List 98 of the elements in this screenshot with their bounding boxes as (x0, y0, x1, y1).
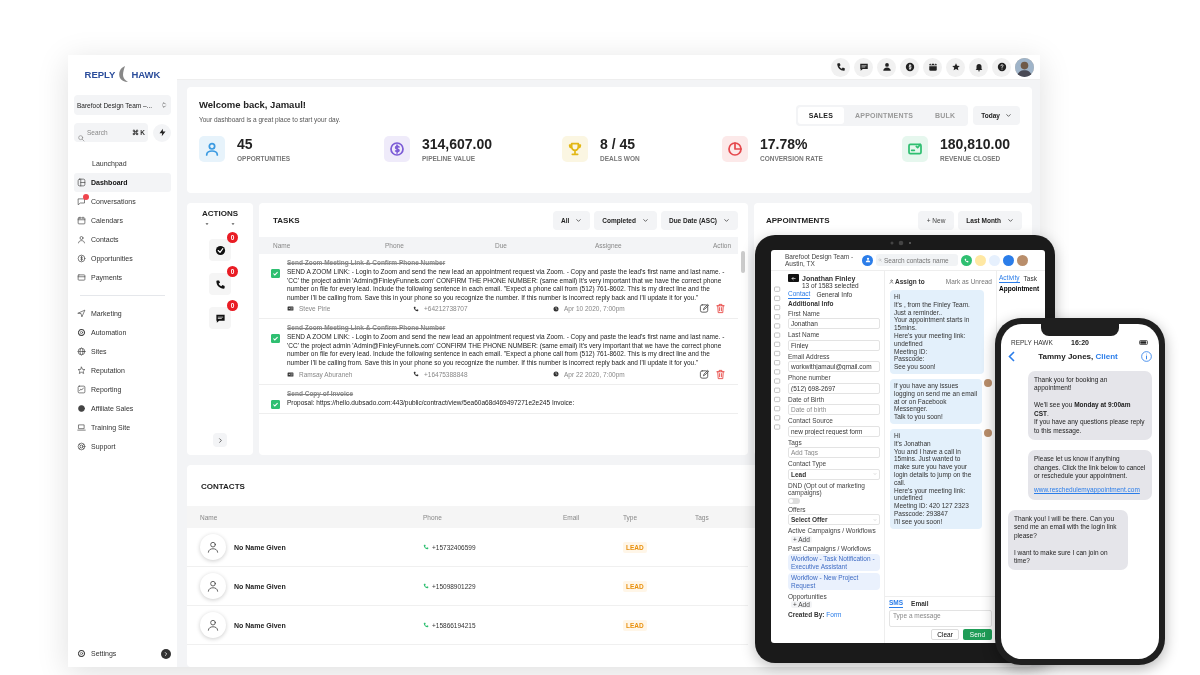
phone-icon (964, 257, 969, 263)
action-button[interactable] (209, 273, 231, 295)
chat-icon (858, 62, 869, 72)
chat-icon (214, 312, 226, 324)
quick-action-button[interactable] (153, 123, 171, 142)
dollar-icon (904, 62, 915, 72)
phone-icon (423, 544, 429, 550)
back-icon[interactable] (1008, 350, 1015, 362)
info-icon[interactable] (1141, 350, 1152, 362)
person-icon (206, 579, 220, 593)
toolbar-button[interactable] (946, 57, 965, 77)
person-icon (889, 279, 894, 284)
panel-title: ACTIONS (202, 209, 238, 218)
checkbox[interactable] (271, 334, 280, 344)
checkbox[interactable] (271, 269, 280, 278)
collapse-button[interactable] (161, 648, 171, 659)
brand-name: REPLY (84, 68, 116, 80)
stat-value: 180,810.00 (940, 136, 1011, 152)
calendar-icon (77, 216, 86, 225)
phone-icon (835, 62, 846, 72)
checkmark-icon (214, 244, 226, 256)
chevron-down-icon (1007, 217, 1014, 224)
toolbar-button[interactable] (854, 57, 873, 77)
lifebuoy-icon (77, 442, 86, 451)
phone-icon (423, 583, 429, 589)
phone-icon (413, 371, 419, 378)
phone-icon (423, 622, 429, 628)
trash-icon[interactable] (715, 368, 726, 380)
call-button[interactable] (961, 254, 972, 266)
person-icon (206, 540, 220, 554)
toolbar-button[interactable] (877, 57, 896, 77)
phone-icon (214, 278, 226, 290)
chat-icon (77, 197, 86, 206)
add-contact-button[interactable] (862, 254, 873, 266)
chart-icon (77, 385, 86, 394)
card-icon (77, 273, 86, 282)
gear-icon (77, 649, 86, 658)
send-icon (77, 309, 86, 318)
notification-dot (83, 194, 89, 200)
globe-icon (77, 347, 86, 356)
camera-icon (888, 240, 914, 246)
gear-icon (77, 328, 86, 337)
caret-icon[interactable] (204, 221, 210, 227)
toolbar-button[interactable] (992, 57, 1011, 77)
toolbar-button[interactable] (923, 57, 942, 77)
clock-icon (553, 371, 559, 378)
brand-name: HAWK (131, 68, 161, 80)
chevron-right-icon (163, 650, 169, 657)
laptop-icon (77, 423, 86, 432)
back-arrow-icon (791, 275, 796, 281)
toolbar-button[interactable] (831, 57, 850, 77)
star-icon (950, 62, 961, 72)
id-card-icon (287, 305, 294, 313)
chevron-down-icon (575, 217, 583, 224)
calendar-icon (927, 62, 938, 72)
toolbar-button[interactable] (900, 57, 919, 77)
stat-value: 314,607.00 (422, 136, 493, 152)
panel-title: APPOINTMENTS (766, 216, 830, 225)
person-icon (881, 62, 892, 72)
chevron-down-icon (1005, 112, 1012, 119)
stat-value: 8 / 45 (600, 136, 637, 152)
edit-icon[interactable] (699, 368, 710, 380)
checkbox[interactable] (271, 399, 280, 409)
edit-icon[interactable] (699, 303, 710, 315)
phone-icon (413, 305, 419, 312)
stat-value: 45 (237, 136, 254, 152)
dollar-icon (77, 254, 86, 263)
person-icon (77, 235, 86, 244)
avatar[interactable] (1015, 57, 1034, 77)
up-down-arrows-icon (160, 101, 168, 109)
battery-icon (1139, 339, 1149, 345)
grid-icon (77, 178, 86, 187)
welcome-title: Welcome back, Jamaul! (199, 99, 307, 110)
coin-icon (77, 404, 86, 413)
back-button[interactable] (788, 274, 799, 282)
chevron-down-icon (723, 217, 730, 224)
id-card-icon (287, 370, 294, 378)
action-button[interactable] (209, 307, 231, 329)
bolt-icon (157, 128, 167, 137)
person-icon (206, 618, 220, 632)
conversation-title: Tammy Jones, Client (1038, 351, 1118, 361)
chevron-down-icon (641, 217, 649, 224)
clock-icon (553, 305, 559, 312)
star-icon (77, 366, 86, 375)
chevron-right-icon (216, 436, 224, 444)
panel-title: CONTACTS (200, 481, 246, 493)
caret-icon[interactable] (230, 221, 236, 227)
toolbar-button[interactable] (969, 57, 988, 77)
stat-value: 17.78% (760, 136, 809, 152)
trash-icon[interactable] (715, 303, 726, 315)
next-button[interactable] (213, 433, 227, 447)
toggle-switch[interactable] (788, 497, 800, 504)
person-icon (864, 257, 871, 263)
panel-title: TASKS (273, 216, 300, 225)
action-button[interactable] (209, 239, 231, 261)
scrollbar[interactable] (741, 251, 745, 273)
bell-icon (973, 62, 984, 72)
search-icon (77, 134, 85, 142)
